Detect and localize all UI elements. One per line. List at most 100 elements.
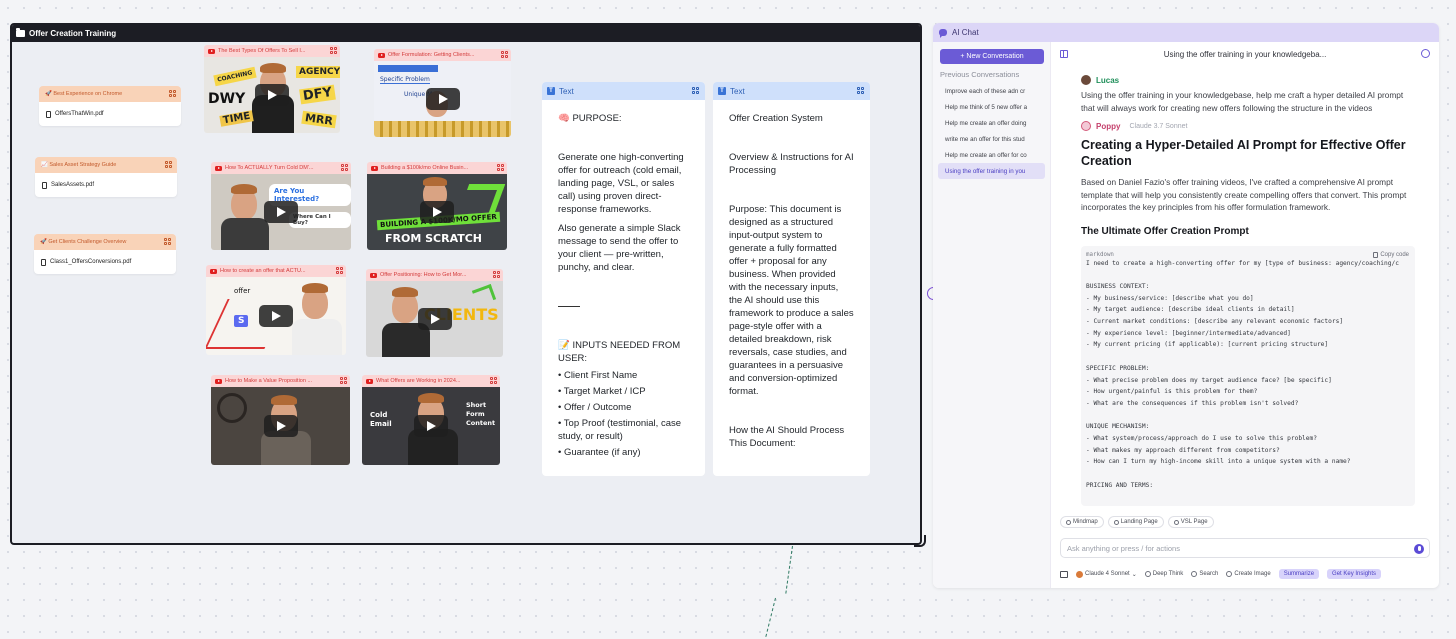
conversation-item[interactable]: write me an offer for this stud [933,131,1050,147]
video-thumbnail[interactable]: Cold Email Short Form Content [362,387,500,465]
mindmap-icon [1066,519,1071,525]
conversation-item-active[interactable]: Using the offer training in you [938,163,1045,179]
text-card-body[interactable]: Offer Creation System Overview & Instruc… [713,100,870,450]
text-card-body[interactable]: 🧠 PURPOSE: Generate one high-converting … [542,100,705,459]
expand-icon[interactable] [165,161,172,168]
copy-code-button[interactable]: Copy code [1373,251,1409,258]
video-card[interactable]: Building a $100k/mo Online Busin... BUIL… [367,162,507,250]
expand-icon[interactable] [341,164,348,171]
search-button[interactable]: Search [1191,571,1218,577]
expand-icon[interactable] [490,377,497,384]
play-icon[interactable] [264,201,298,223]
code-line: PRICING AND TERMS: [1086,481,1154,489]
video-card[interactable]: How to Make a Value Proposition ... [211,375,350,465]
text-icon: T [547,87,555,95]
play-icon[interactable] [414,415,448,437]
create-image-button[interactable]: Create Image [1226,571,1271,577]
pdf-filename: Class1_OffersConversions.pdf [50,259,132,265]
expand-icon[interactable] [857,87,864,94]
code-line: - My current pricing (if applicable): [c… [1086,341,1329,349]
connector-line [785,545,793,594]
page-icon [1113,519,1119,525]
message-list[interactable]: Lucas Using the offer training in your k… [1051,66,1439,518]
expand-icon[interactable] [164,238,171,245]
video-card[interactable]: How to create an offer that ACTU... offe… [206,265,346,355]
code-block[interactable]: markdown Copy code I need to create a hi… [1081,245,1415,506]
pdf-title: 🚀 Get Clients Challenge Overview [40,239,127,245]
new-chat-icon[interactable] [1421,49,1430,58]
pdf-card[interactable]: 🚀 Get Clients Challenge Overview Class1_… [34,234,176,274]
video-thumbnail[interactable]: Are You Interested? Where Can I Buy? [211,174,351,250]
connector-line [765,597,776,637]
expand-icon[interactable] [497,164,504,171]
play-icon[interactable] [263,415,298,437]
pdf-filename: SalesAssets.pdf [51,182,95,188]
video-thumbnail[interactable]: Specific Problem Unique M... [374,61,511,137]
video-card[interactable]: What Offers are Working in 2024... Cold … [362,375,500,465]
video-card[interactable]: How To ACTUALLY Turn Cold DM'... Are You… [211,162,351,250]
expand-icon[interactable] [169,90,176,97]
deep-think-button[interactable]: Deep Think [1144,571,1183,577]
key-insights-button[interactable]: Get Key Insights [1327,569,1382,579]
video-thumbnail[interactable]: BUILDING A $100K/MO OFFER FROM SCRATCH [367,174,507,250]
chevron-down-icon: ⌄ [1131,571,1137,578]
bot-message-header: Poppy Claude 3.7 Sonnet [1081,121,1415,131]
expand-icon[interactable] [330,47,337,54]
pdf-card[interactable]: 📈 Sales Asset Strategy Guide SalesAssets… [35,157,177,197]
video-thumbnail[interactable]: offer S [206,277,346,355]
conversation-item[interactable]: Improve each of these adn cr [933,83,1050,99]
code-line: SPECIFIC PROBLEM: [1086,364,1150,372]
text-card-system[interactable]: T Text Offer Creation System Overview & I… [713,82,870,476]
video-title: What Offers are Working in 2024... [376,378,461,384]
user-name: Lucas [1096,75,1120,85]
pdf-card[interactable]: 🚀 Best Experience on Chrome OffersThatWi… [39,86,181,126]
chat-input[interactable]: Ask anything or press / for actions [1060,538,1430,558]
code-line: - What system/process/approach do I use … [1086,435,1317,443]
microphone-icon[interactable] [1414,544,1424,554]
video-title: How to Make a Value Proposition ... [225,378,313,384]
file-icon [42,181,47,189]
expand-icon[interactable] [501,51,508,58]
code-line: - My business/service: [describe what yo… [1086,294,1254,302]
sidebar-toggle-icon[interactable] [1060,50,1068,58]
model-selector[interactable]: Claude 4 Sonnet ⌄ [1076,570,1137,578]
video-thumbnail[interactable] [211,387,350,465]
pdf-filename: OffersThatWin.pdf [55,111,104,117]
video-thumbnail[interactable]: COACHING AGENCY DWY DFY TIME MRR [204,57,340,133]
video-card[interactable]: Offer Formulation: Getting Clients... Sp… [374,49,511,137]
board-header[interactable]: Offer Creation Training [12,25,920,42]
vsl-page-button[interactable]: VSL Page [1167,516,1214,528]
play-icon[interactable] [259,305,293,327]
video-thumbnail[interactable]: CLIENTS [366,281,503,357]
youtube-icon [366,378,373,384]
expand-icon[interactable] [692,87,699,94]
video-card[interactable]: Offer Positioning: How to Get Mor... CLI… [366,269,503,357]
landing-page-button[interactable]: Landing Page [1107,516,1164,528]
text-card-purpose[interactable]: T Text 🧠 PURPOSE: Generate one high-conve… [542,82,705,476]
conversation-item[interactable]: Help me think of 5 new offer a [933,99,1050,115]
summarize-button[interactable]: Summarize [1278,569,1320,579]
play-icon[interactable] [420,201,454,223]
search-icon [1191,571,1198,577]
youtube-icon [208,48,215,54]
conversation-item[interactable]: Help me create an offer doing [933,115,1050,131]
new-conversation-button[interactable]: + New Conversation [940,49,1044,64]
video-card[interactable]: The Best Types Of Offers To Sell I... CO… [204,45,340,133]
board-frame[interactable]: Offer Creation Training 🚀 Best Experienc… [10,23,922,545]
copy-icon [1373,251,1379,258]
expand-icon[interactable] [336,267,343,274]
expand-icon[interactable] [340,377,347,384]
play-icon[interactable] [255,84,289,106]
board-resize-handle[interactable] [914,535,926,547]
code-line: - How can I turn my high-income skill in… [1086,458,1351,466]
ai-chat-panel[interactable]: AI Chat + New Conversation Previous Conv… [933,23,1439,588]
expand-icon[interactable] [493,271,500,278]
chat-title: AI Chat [952,28,979,37]
play-icon[interactable] [417,308,452,330]
play-icon[interactable] [425,88,460,110]
mindmap-button[interactable]: Mindmap [1060,516,1104,528]
image-upload-icon[interactable] [1060,570,1068,578]
code-lines: I need to create a high-converting offer… [1086,258,1410,492]
conversation-item[interactable]: Help me create an offer for co [933,147,1050,163]
